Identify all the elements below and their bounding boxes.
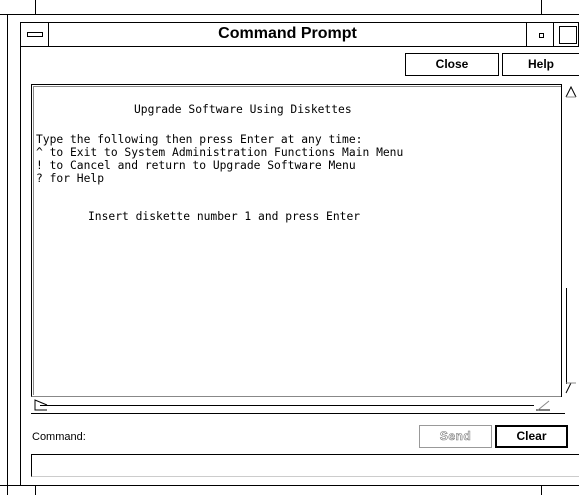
- frame-resize-corner[interactable]: [541, 485, 542, 495]
- clear-button-label: Clear: [516, 429, 547, 443]
- window-menu-button[interactable]: [20, 22, 49, 47]
- command-input[interactable]: [31, 454, 579, 477]
- output-line: Type the following then press Enter at a…: [36, 133, 363, 146]
- window-menu-icon: [27, 32, 43, 37]
- scroll-right-arrow-icon[interactable]: [534, 398, 552, 412]
- minimize-icon: [539, 33, 544, 38]
- scroll-down-arrow-icon[interactable]: [562, 381, 578, 395]
- window-title: Command Prompt: [218, 25, 357, 42]
- horizontal-scrollbar-thumb[interactable]: [40, 405, 534, 412]
- output-line: ! to Cancel and return to Upgrade Softwa…: [36, 159, 356, 172]
- frame-resize-corner[interactable]: [541, 0, 542, 15]
- frame-resize-corner[interactable]: [35, 485, 36, 495]
- output-instructions: Type the following then press Enter at a…: [36, 133, 403, 185]
- client-area-border: [20, 47, 21, 485]
- close-button[interactable]: Close: [405, 53, 499, 76]
- frame-resize-corner[interactable]: [35, 0, 36, 15]
- output-prompt-line: Insert diskette number 1 and press Enter: [88, 210, 361, 223]
- help-button[interactable]: Help: [502, 53, 579, 76]
- output-heading: Upgrade Software Using Diskettes: [134, 103, 352, 116]
- window-frame-left: [7, 14, 8, 495]
- scroll-up-arrow-icon[interactable]: [562, 85, 578, 99]
- command-label: Command:: [32, 431, 86, 443]
- output-line: ^ to Exit to System Administration Funct…: [36, 146, 404, 159]
- clear-button[interactable]: Clear: [495, 425, 568, 448]
- close-button-label: Close: [435, 57, 469, 71]
- maximize-button[interactable]: [554, 22, 579, 47]
- maximize-icon: [559, 26, 577, 44]
- window-frame-bottom: [0, 485, 579, 486]
- vertical-scrollbar-thumb[interactable]: [566, 288, 578, 384]
- send-button-label: Send: [439, 429, 472, 444]
- output-line: ? for Help: [36, 172, 105, 185]
- minimize-button[interactable]: [526, 22, 554, 47]
- window-frame-top: [0, 14, 579, 15]
- send-button[interactable]: Send: [419, 425, 492, 448]
- help-button-label: Help: [527, 57, 554, 71]
